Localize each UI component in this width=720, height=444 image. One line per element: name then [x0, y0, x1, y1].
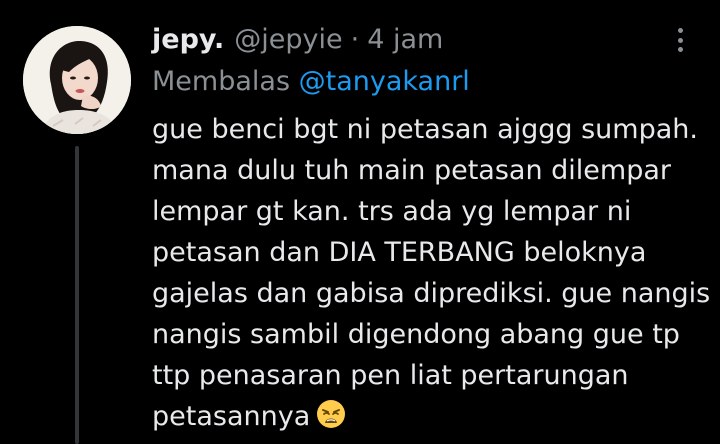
tweet-text-last-line: petasannya	[152, 396, 712, 441]
tweet-text-line: petasan dan DIA TERBANG beloknya	[152, 237, 647, 268]
tweet-header: jepy. @jepyie · 4 jam	[152, 22, 443, 58]
reply-mention-link[interactable]: @tanyakanrl	[299, 66, 470, 97]
reply-label: Membalas	[152, 66, 291, 97]
tweet-text-line: gue benci bgt ni petasan ajggg sumpah.	[152, 114, 698, 145]
timestamp[interactable]: 4 jam	[367, 22, 443, 58]
avatar[interactable]	[23, 26, 131, 134]
more-dot	[677, 37, 683, 43]
more-dot	[677, 28, 683, 33]
tweet-text-line: gajelas dan gabisa diprediksi. gue nangi…	[152, 278, 711, 309]
thread-line	[75, 146, 79, 444]
more-options-icon[interactable]	[668, 26, 692, 54]
tweet[interactable]: jepy. @jepyie · 4 jam Membalas @tanyakan…	[0, 0, 720, 444]
reply-context: Membalas @tanyakanrl	[152, 64, 470, 100]
display-name[interactable]: jepy.	[152, 22, 224, 58]
tweet-text-line: lempar gt kan. trs ada yg lempar ni	[152, 196, 632, 227]
user-handle[interactable]: @jepyie	[234, 22, 342, 58]
separator-dot: ·	[350, 24, 360, 55]
avatar-image	[23, 26, 131, 134]
more-dot	[677, 47, 683, 52]
tweet-text: gue benci bgt ni petasan ajggg sumpah. m…	[152, 109, 712, 441]
tweet-text-line: ttp penasaran pen liat pertarungan	[152, 360, 629, 391]
tweet-text-line: petasannya	[152, 401, 311, 432]
weary-face-icon	[316, 399, 346, 441]
tweet-text-line: nangis sambil digendong abang gue tp	[152, 319, 680, 350]
tweet-text-line: mana dulu tuh main petasan dilempar	[152, 155, 671, 186]
